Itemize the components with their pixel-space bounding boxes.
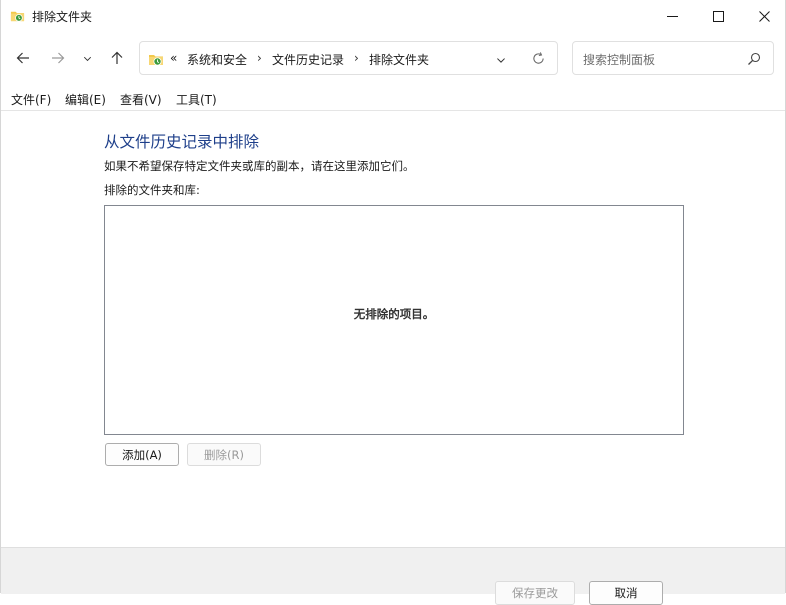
- search-box[interactable]: 搜索控制面板: [572, 41, 774, 75]
- close-button[interactable]: [741, 0, 786, 32]
- excluded-list-label: 排除的文件夹和库:: [104, 183, 200, 197]
- menu-edit[interactable]: 编辑(E): [65, 91, 106, 108]
- breadcrumb-system-security[interactable]: 系统和安全: [187, 51, 247, 68]
- window-title: 排除文件夹: [32, 10, 93, 24]
- arrow-right-icon: [52, 52, 65, 64]
- breadcrumb-exclude-folders[interactable]: 排除文件夹: [369, 51, 429, 68]
- save-changes-button[interactable]: 保存更改: [495, 581, 575, 605]
- breadcrumb-file-history[interactable]: 文件历史记录: [272, 51, 344, 68]
- maximize-icon: [712, 10, 724, 22]
- back-button[interactable]: [11, 46, 35, 70]
- maximize-button[interactable]: [695, 0, 741, 32]
- file-history-icon: [10, 8, 25, 23]
- file-history-icon: [148, 51, 164, 67]
- empty-list-message: 无排除的项目。: [353, 307, 435, 321]
- cancel-button[interactable]: 取消: [589, 581, 663, 605]
- add-button[interactable]: 添加(A): [105, 443, 179, 466]
- arrow-left-icon: [16, 52, 29, 64]
- chevron-down-icon: [83, 56, 91, 61]
- close-icon: [758, 10, 770, 22]
- breadcrumb-separator[interactable]: ›: [257, 51, 262, 65]
- minimize-button[interactable]: [649, 0, 695, 32]
- menu-view[interactable]: 查看(V): [120, 91, 162, 108]
- refresh-button[interactable]: [532, 52, 545, 68]
- menu-tools[interactable]: 工具(T): [176, 91, 217, 108]
- menu-file[interactable]: 文件(F): [11, 91, 51, 108]
- file-history-exclude-window: 排除文件夹 « 系统和安全 › 文件历史记录 › 排除文件夹 搜索控制面板 文件…: [0, 0, 786, 605]
- up-button[interactable]: [105, 46, 129, 70]
- page-description: 如果不希望保存特定文件夹或库的副本，请在这里添加它们。: [104, 159, 415, 173]
- forward-button[interactable]: [46, 46, 70, 70]
- recent-locations-button[interactable]: [78, 46, 96, 70]
- address-bar[interactable]: « 系统和安全 › 文件历史记录 › 排除文件夹: [139, 41, 558, 75]
- breadcrumb-overflow[interactable]: «: [170, 51, 177, 65]
- address-dropdown-button[interactable]: [496, 54, 506, 68]
- chevron-down-icon: [497, 58, 505, 63]
- breadcrumb-separator[interactable]: ›: [354, 51, 359, 65]
- excluded-folders-list[interactable]: 无排除的项目。: [104, 205, 684, 435]
- page-title: 从文件历史记录中排除: [104, 133, 260, 151]
- minimize-icon: [666, 15, 678, 17]
- title-bar: 排除文件夹: [1, 0, 785, 32]
- search-icon[interactable]: [747, 52, 761, 66]
- menu-bar: 文件(F) 编辑(E) 查看(V) 工具(T): [1, 88, 785, 111]
- navigation-bar: « 系统和安全 › 文件历史记录 › 排除文件夹 搜索控制面板: [1, 40, 785, 78]
- footer-bar: 保存更改 取消: [1, 547, 785, 605]
- arrow-up-icon: [111, 51, 123, 64]
- search-input[interactable]: 搜索控制面板: [583, 51, 655, 68]
- refresh-icon: [533, 52, 544, 64]
- remove-button[interactable]: 删除(R): [187, 443, 261, 466]
